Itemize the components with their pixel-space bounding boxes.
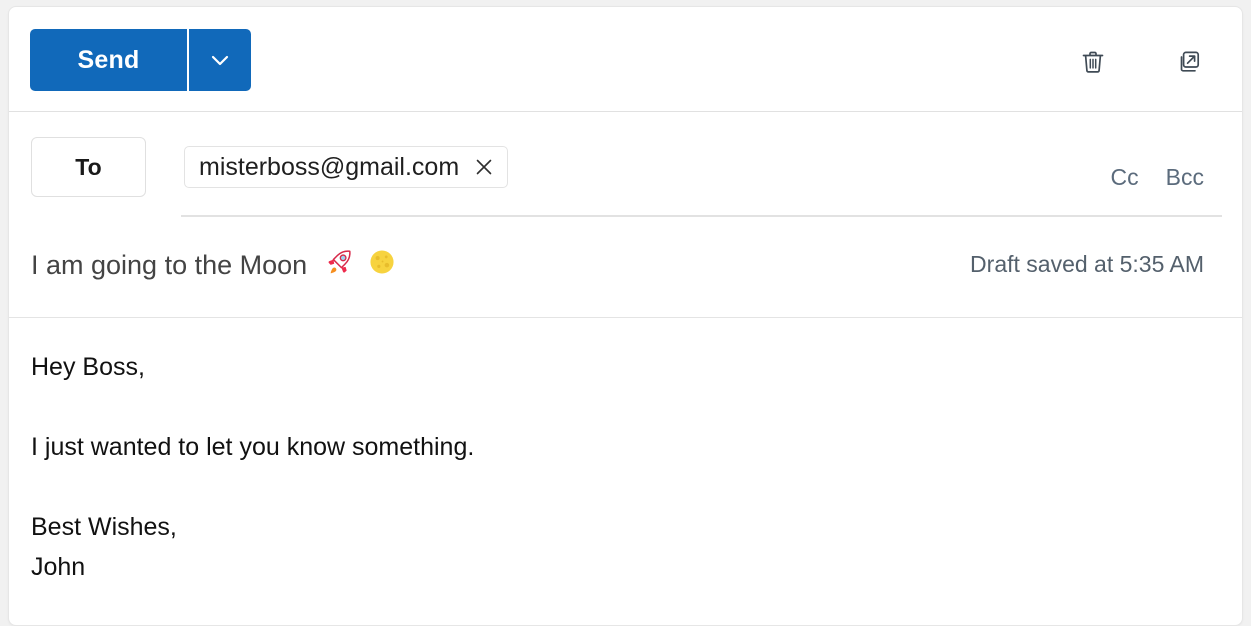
draft-saved-status: Draft saved at 5:35 AM [970,251,1204,277]
bcc-button[interactable]: Bcc [1166,164,1204,191]
chevron-down-icon [205,45,235,75]
send-button[interactable]: Send [30,29,187,91]
compose-toolbar: Send [9,7,1242,112]
pop-out-icon [1173,46,1205,78]
trash-icon [1077,46,1109,78]
recipient-address: misterboss@gmail.com [199,152,460,181]
body-line: I just wanted to let you know something. [31,433,475,461]
body-line: Hey Boss, [31,353,145,381]
subject-input[interactable]: I am going to the Moon [31,247,396,284]
send-split-button: Send [30,29,251,91]
body-line [31,467,1220,507]
body-line [31,387,1220,427]
cc-button[interactable]: Cc [1111,164,1139,191]
subject-row: I am going to the Moon Draft saved at 5:… [9,217,1242,318]
recipient-chip[interactable]: misterboss@gmail.com [184,146,509,188]
message-body[interactable]: Hey Boss, I just wanted to let you know … [9,318,1242,587]
pop-out-button[interactable] [1172,45,1206,79]
subject-value: I am going to the Moon [31,250,308,280]
cc-bcc-actions: Cc Bcc [1111,164,1204,191]
send-options-button[interactable] [189,29,251,91]
body-line: Best Wishes, [31,513,177,541]
subject-emoji-group [324,247,396,284]
close-icon [473,156,495,178]
rocket-emoji [324,247,354,284]
full-moon-emoji [368,248,396,283]
discard-draft-button[interactable] [1076,45,1110,79]
body-line: John [31,553,86,581]
recipients-row: To misterboss@gmail.com Cc Bcc [9,112,1242,217]
to-field-button[interactable]: To [31,137,146,197]
compose-email-window: Send To misterboss@gmail.com Cc Bcc I am… [8,6,1243,626]
toolbar-actions [1076,45,1206,79]
remove-recipient-button[interactable] [473,156,495,178]
